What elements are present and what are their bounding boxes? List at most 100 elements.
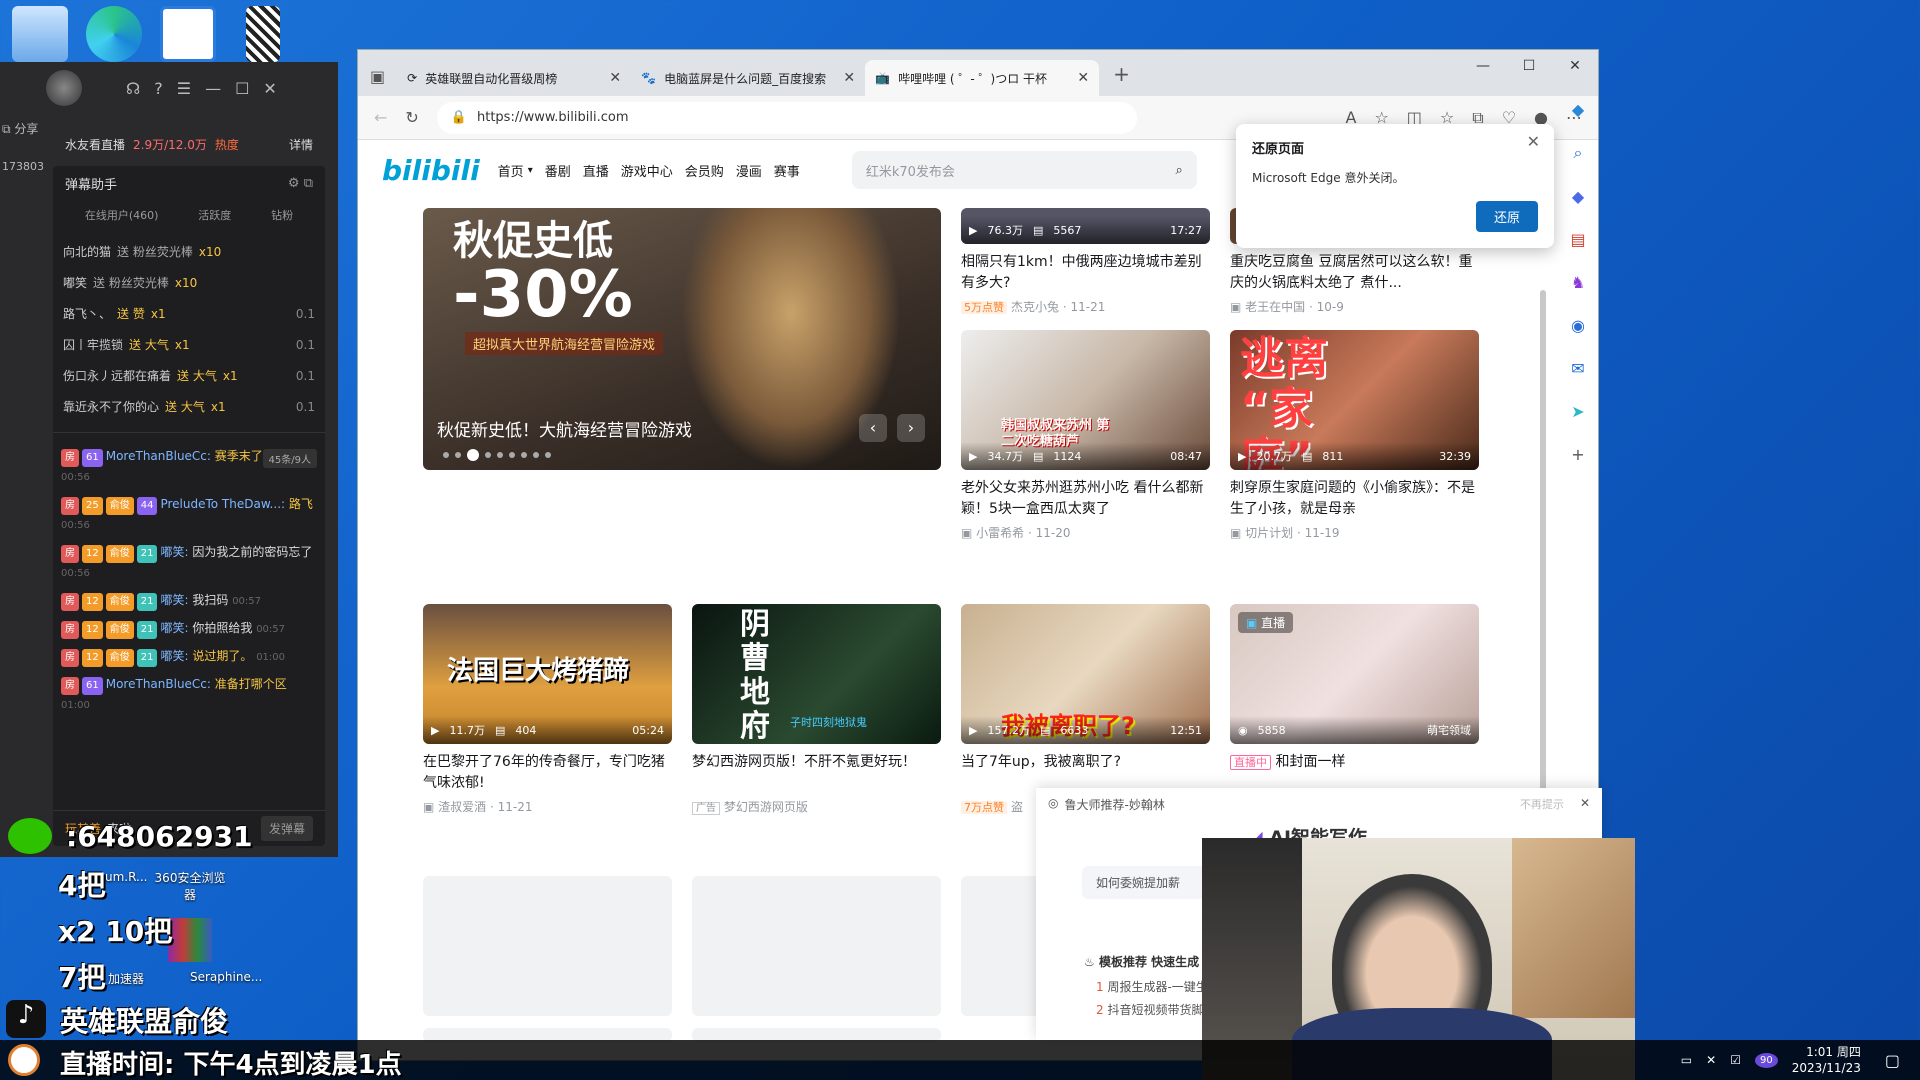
- tray-app-icon[interactable]: ✕: [1706, 1053, 1716, 1067]
- search-icon[interactable]: ⌕: [1176, 163, 1183, 178]
- close-icon[interactable]: ✕: [1527, 132, 1540, 151]
- add-icon[interactable]: +: [1571, 445, 1584, 464]
- ad-card[interactable]: 阴曹地府 子时四刻地狱鬼 梦幻西游网页版！不肝不氪更好玩！ 广告 梦幻西游网页版: [692, 604, 941, 815]
- prompt-chip[interactable]: 如何委婉提加薪: [1082, 866, 1212, 899]
- streamer-avatar[interactable]: [46, 70, 82, 106]
- headset-icon[interactable]: ☊: [126, 79, 140, 98]
- video-title[interactable]: 在巴黎开了76年的传奇餐厅，专门吃猪气味浓郁!: [423, 752, 672, 794]
- close-tab-icon[interactable]: ✕: [843, 70, 855, 86]
- tab-baidu[interactable]: 🐾 电脑蓝屏是什么问题_百度搜索 ✕: [631, 60, 865, 96]
- nav-live[interactable]: 直播: [583, 161, 609, 180]
- bilibili-logo[interactable]: bilibili: [382, 154, 480, 187]
- chat-user[interactable]: 嘟笑:: [160, 545, 188, 559]
- chat-user[interactable]: 嘟笑:: [160, 649, 188, 663]
- banner-prev-button[interactable]: ‹: [859, 414, 887, 442]
- uploader[interactable]: 老王在中国: [1245, 300, 1305, 314]
- winrar-icon[interactable]: [168, 918, 212, 962]
- games-icon[interactable]: ♞: [1571, 273, 1585, 292]
- network-icon[interactable]: ▭: [1681, 1053, 1692, 1067]
- restore-button[interactable]: 还原: [1475, 201, 1538, 232]
- close-icon[interactable]: ✕: [1580, 796, 1590, 813]
- qr-file-icon[interactable]: [246, 6, 280, 62]
- share-link[interactable]: ⧉ 分享: [2, 120, 38, 137]
- uploader[interactable]: 盗: [1011, 800, 1023, 814]
- template-item[interactable]: 周报生成器-一键生: [1107, 980, 1207, 994]
- detail-link[interactable]: 详情: [289, 136, 313, 153]
- video-card[interactable]: 我被离职了? ▶157.2万▤663312:51 当了7年up，我被离职了? 7…: [961, 604, 1210, 815]
- chat-user[interactable]: 嘟笑:: [160, 621, 188, 635]
- dont-show-again[interactable]: 不再提示: [1520, 796, 1564, 813]
- close-tab-icon[interactable]: ✕: [609, 70, 621, 86]
- back-icon[interactable]: ←: [374, 108, 387, 127]
- tab-actions-icon[interactable]: ▣: [370, 67, 385, 86]
- tab-bilibili[interactable]: 📺 哔哩哔哩 ( ゜- ゜)つロ 干杯~-bilib ✕: [865, 60, 1100, 96]
- nav-home[interactable]: 首页: [498, 161, 524, 180]
- banner-next-button[interactable]: ›: [897, 414, 925, 442]
- live-thumbnail[interactable]: ▣ 直播 ◉ 5858 萌宅领域: [1230, 604, 1479, 744]
- video-title[interactable]: 相隔只有1km！中俄两座边境城市差别有多大?: [961, 252, 1210, 294]
- send-danmaku-button[interactable]: 发弹幕: [260, 816, 313, 841]
- video-card[interactable]: 韩国叔叔来苏州 第二次吃糖葫芦 ▶34.7万▤112408:47 老外父女来苏州…: [961, 330, 1210, 541]
- video-card[interactable]: 法国巨大烤猪蹄 ▶ 11.7万 ▤ 404 05:24 在巴黎开了76年的传奇餐厅，专门…: [423, 604, 672, 815]
- video-title[interactable]: 老外父女来苏州逛苏州小吃 看什么都新颖！5块一盒西瓜太爽了: [961, 478, 1210, 520]
- video-title[interactable]: 刺穿原生家庭问题的《小偷家族》：不是生了小孩，就是母亲: [1230, 478, 1479, 520]
- template-item[interactable]: 抖音短视频带货脚: [1107, 1003, 1203, 1017]
- nav-member-shop[interactable]: 会员购: [685, 161, 724, 180]
- video-title[interactable]: 梦幻西游网页版！不肝不氪更好玩！: [692, 752, 941, 794]
- video-thumbnail[interactable]: 逃离 “家庭” ▶20.7万▤81132:39: [1230, 330, 1479, 470]
- nav-game[interactable]: 游戏中心: [621, 161, 673, 180]
- tray-badge[interactable]: 90: [1754, 1052, 1778, 1068]
- video-card[interactable]: 逃离 “家庭” ▶20.7万▤81132:39 刺穿原生家庭问题的《小偷家族》：…: [1230, 330, 1479, 541]
- tab-activity[interactable]: 活跃度: [198, 207, 231, 223]
- clock[interactable]: 1:01 周四 2023/11/23: [1792, 1044, 1861, 1076]
- app-icon[interactable]: [160, 6, 216, 62]
- chat-user[interactable]: MoreThanBlueCc:: [106, 677, 211, 691]
- banner-dots[interactable]: [443, 449, 551, 461]
- copilot-icon[interactable]: ◆: [1572, 100, 1584, 119]
- close-window-icon[interactable]: ✕: [1552, 50, 1598, 82]
- video-thumbnail[interactable]: 我被离职了? ▶157.2万▤663312:51: [961, 604, 1210, 744]
- maximize-window-icon[interactable]: ☐: [1506, 50, 1552, 82]
- uploader[interactable]: 小雷希希: [976, 526, 1024, 540]
- office-icon[interactable]: ◉: [1571, 316, 1585, 335]
- this-pc-icon[interactable]: [12, 6, 68, 62]
- url-field[interactable]: 🔒 https://www.bilibili.com: [436, 101, 1137, 134]
- uploader[interactable]: 梦幻西游网页版: [724, 800, 808, 814]
- seraphine-label[interactable]: Seraphine...: [190, 970, 262, 984]
- video-thumbnail[interactable]: ▶ 76.3万 ▤ 5567 17:27: [961, 208, 1210, 244]
- nav-manga[interactable]: 漫画: [736, 161, 762, 180]
- ad-thumbnail[interactable]: 阴曹地府 子时四刻地狱鬼: [692, 604, 941, 744]
- edge-icon[interactable]: [86, 6, 142, 62]
- maximize-icon[interactable]: ☐: [235, 79, 249, 98]
- shopping-tag-icon[interactable]: ◆: [1572, 187, 1584, 206]
- uploader[interactable]: 渣叔爱酒: [438, 800, 486, 814]
- browser-360-label[interactable]: 360安全浏览器: [150, 870, 230, 904]
- page-scrollbar[interactable]: [1540, 290, 1546, 810]
- tab-lol[interactable]: ⟳ 英雄联盟自动化晋级周榜 ✕: [397, 60, 631, 96]
- refresh-icon[interactable]: ↻: [405, 108, 418, 127]
- close-icon[interactable]: ✕: [263, 79, 276, 98]
- settings-icon[interactable]: ⚙ ⧉: [288, 176, 313, 191]
- search-input[interactable]: 红米k70发布会 ⌕: [851, 151, 1197, 189]
- minimize-window-icon[interactable]: —: [1460, 50, 1506, 82]
- tab-diamond-fans[interactable]: 钻粉: [271, 207, 293, 223]
- tab-online-users[interactable]: 在线用户(460): [85, 207, 159, 223]
- chat-user[interactable]: 嘟笑:: [160, 593, 188, 607]
- menu-icon[interactable]: ☰: [177, 79, 191, 98]
- chat-user[interactable]: MoreThanBlueCc:: [106, 449, 211, 463]
- outlook-icon[interactable]: ✉: [1571, 359, 1584, 378]
- video-title[interactable]: 重庆吃豆腐鱼 豆腐居然可以这么软！重庆的火锅底料太绝了 煮什...: [1230, 252, 1479, 294]
- minimize-icon[interactable]: —: [205, 79, 221, 98]
- accelerator-label[interactable]: 加速器: [108, 970, 144, 987]
- chat-user[interactable]: PreludeTo TheDaw...:: [160, 497, 285, 511]
- search-icon[interactable]: ⌕: [1574, 143, 1583, 163]
- uploader[interactable]: 杰克小兔: [1011, 300, 1059, 314]
- help-icon[interactable]: ?: [154, 79, 163, 98]
- tray-check-icon[interactable]: ☑: [1730, 1053, 1741, 1067]
- uploader[interactable]: 切片计划: [1245, 526, 1293, 540]
- new-tab-icon[interactable]: +: [1113, 62, 1130, 86]
- video-thumbnail[interactable]: 法国巨大烤猪蹄 ▶ 11.7万 ▤ 404 05:24: [423, 604, 672, 744]
- video-card[interactable]: ▶ 76.3万 ▤ 5567 17:27 相隔只有1km！中俄两座边境城市差别有多大? …: [961, 208, 1210, 315]
- close-tab-icon[interactable]: ✕: [1077, 70, 1089, 86]
- toolbox-icon[interactable]: ▤: [1570, 230, 1585, 249]
